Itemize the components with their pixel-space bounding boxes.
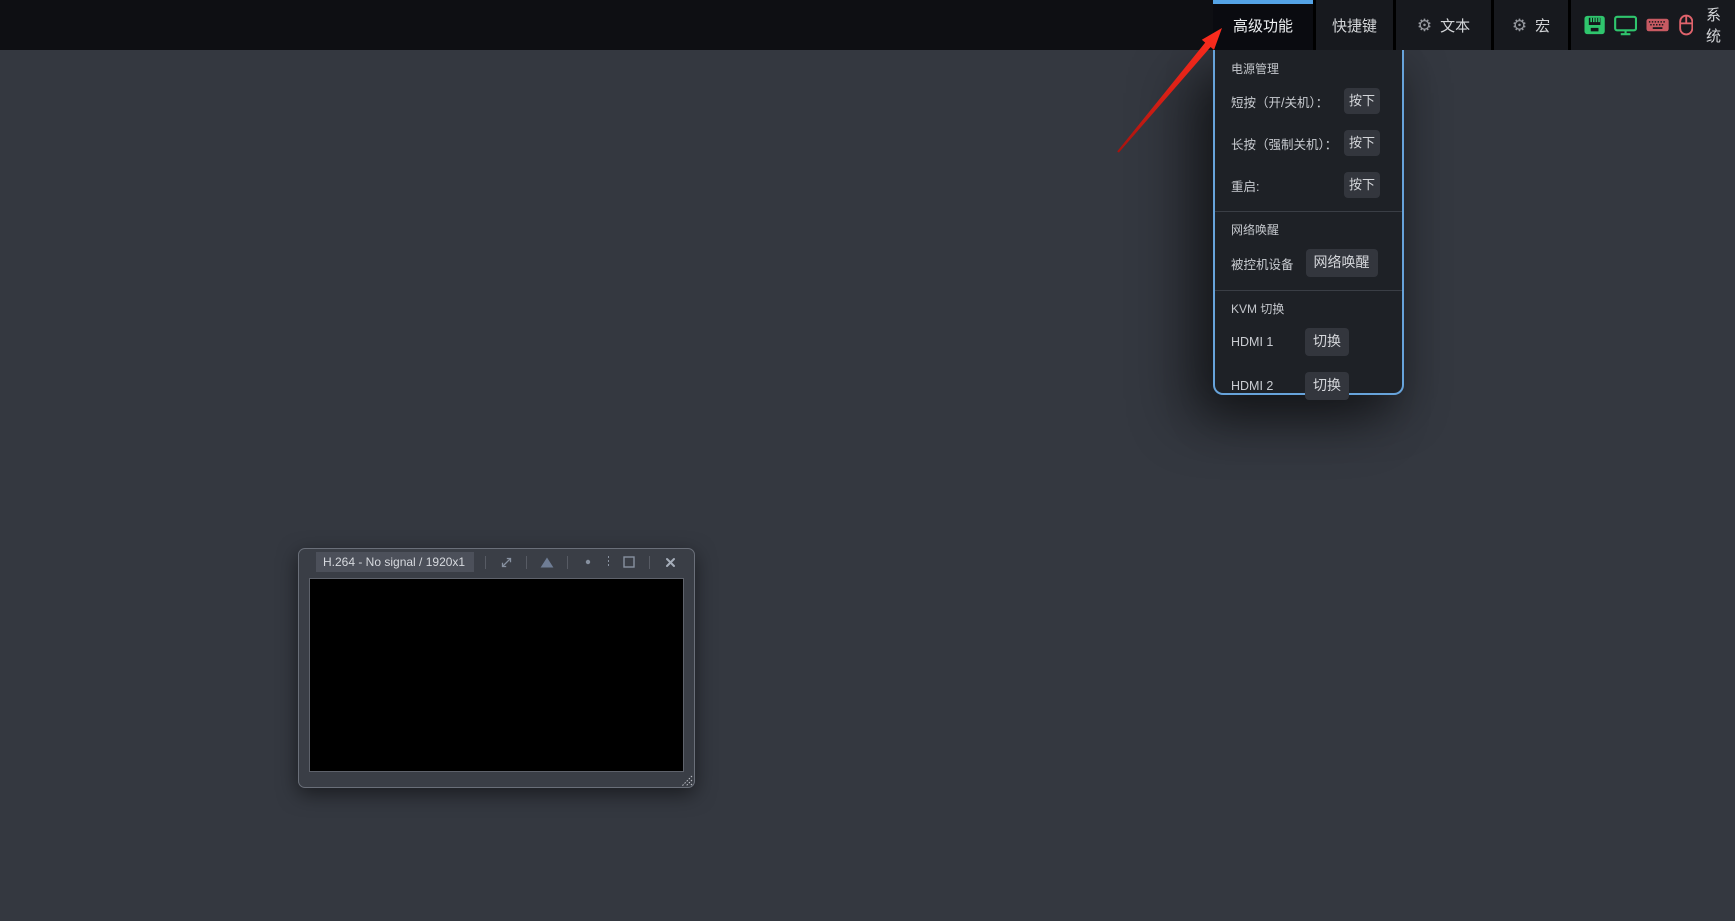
power-restart-button[interactable]: 按下 [1343,171,1380,199]
power-restart-label: 重启: [1231,179,1260,194]
menu-item-system[interactable]: 系统 [1706,4,1735,46]
menu-item-label: 高级功能 [1232,17,1293,35]
advanced-functions-panel: 电源管理 短按（开/关机）： 按下 长按（强制关机）： 按下 重启: 按下 网络唤醒 被控机设备… [1213,50,1404,400]
power-short-press-row: 短按（开/关机）： 按下 [1215,80,1402,122]
menu-item-text[interactable]: ⚙ 文本 [1396,0,1491,50]
status-indicator-area: 系统 [1571,0,1735,50]
expand-icon[interactable] [497,553,515,571]
power-short-press-button[interactable]: 按下 [1343,87,1380,115]
power-restart-row: 重启: 按下 [1215,164,1402,206]
video-window-toolbar [474,549,694,575]
kvm-hdmi2-row: HDMI 2 切换 [1215,364,1402,408]
kvm-app: 高级功能 快捷键 ⚙ 文本 ⚙ 宏 系统 电源管理 短按（开/关机）： 按下 长按（强制关机）：… [0,0,1735,921]
topbar-menu: 高级功能 快捷键 ⚙ 文本 ⚙ 宏 系统 [1213,0,1735,50]
dot-icon[interactable] [579,553,597,571]
section-title: 电源管理 [1231,62,1280,76]
menu-item-label: 快捷键 [1331,17,1377,35]
power-short-press-label: 短按（开/关机）： [1231,95,1329,110]
kvm-hdmi1-label: HDMI 1 [1231,335,1274,349]
ethernet-icon [1584,15,1605,35]
video-area[interactable] [309,578,684,772]
display-icon [1614,15,1638,35]
toolbar-separator [485,555,486,569]
menu-item-label: 宏 [1535,17,1551,35]
video-window[interactable]: H.264 - No signal / 1920x1 [298,548,695,788]
square-icon[interactable] [620,553,638,571]
menu-item-hotkeys[interactable]: 快捷键 [1316,0,1393,50]
kvm-hdmi2-button[interactable]: 切换 [1305,372,1349,400]
resize-grip-icon[interactable] [681,774,693,787]
menu-item-macro[interactable]: ⚙ 宏 [1494,0,1568,50]
menu-item-label: 文本 [1440,17,1471,35]
menu-item-advanced[interactable]: 高级功能 [1213,0,1313,50]
toolbar-separator [526,555,527,569]
resize-grip-lines [681,775,693,787]
keyboard-icon [1646,18,1670,32]
section-title: 网络唤醒 [1231,223,1280,237]
video-window-title: H.264 - No signal / 1920x1 [316,552,474,572]
toolbar-separator [567,555,568,569]
wake-on-lan-row: 被控机设备 网络唤醒 [1215,241,1402,285]
wake-on-lan-label: 被控机设备 [1231,257,1294,272]
power-long-press-row: 长按（强制关机）： 按下 [1215,122,1402,164]
gear-icon: ⚙ [1511,15,1528,35]
power-long-press-label: 长按（强制关机）： [1231,137,1338,152]
section-title: KVM 切换 [1231,302,1285,316]
toolbar-separator [608,556,609,568]
close-icon[interactable] [661,553,679,571]
triangle-icon[interactable] [538,553,556,571]
power-long-press-button[interactable]: 按下 [1343,129,1380,157]
kvm-hdmi2-label: HDMI 2 [1231,379,1274,393]
wake-on-lan-button[interactable]: 网络唤醒 [1305,249,1378,277]
topbar: 高级功能 快捷键 ⚙ 文本 ⚙ 宏 系统 [0,0,1735,50]
toolbar-separator [649,555,650,569]
kvm-hdmi1-row: HDMI 1 切换 [1215,320,1402,364]
video-window-titlebar[interactable]: H.264 - No signal / 1920x1 [299,549,694,575]
kvm-hdmi1-button[interactable]: 切换 [1305,328,1349,356]
mouse-icon [1678,14,1693,36]
gear-icon: ⚙ [1416,15,1433,35]
